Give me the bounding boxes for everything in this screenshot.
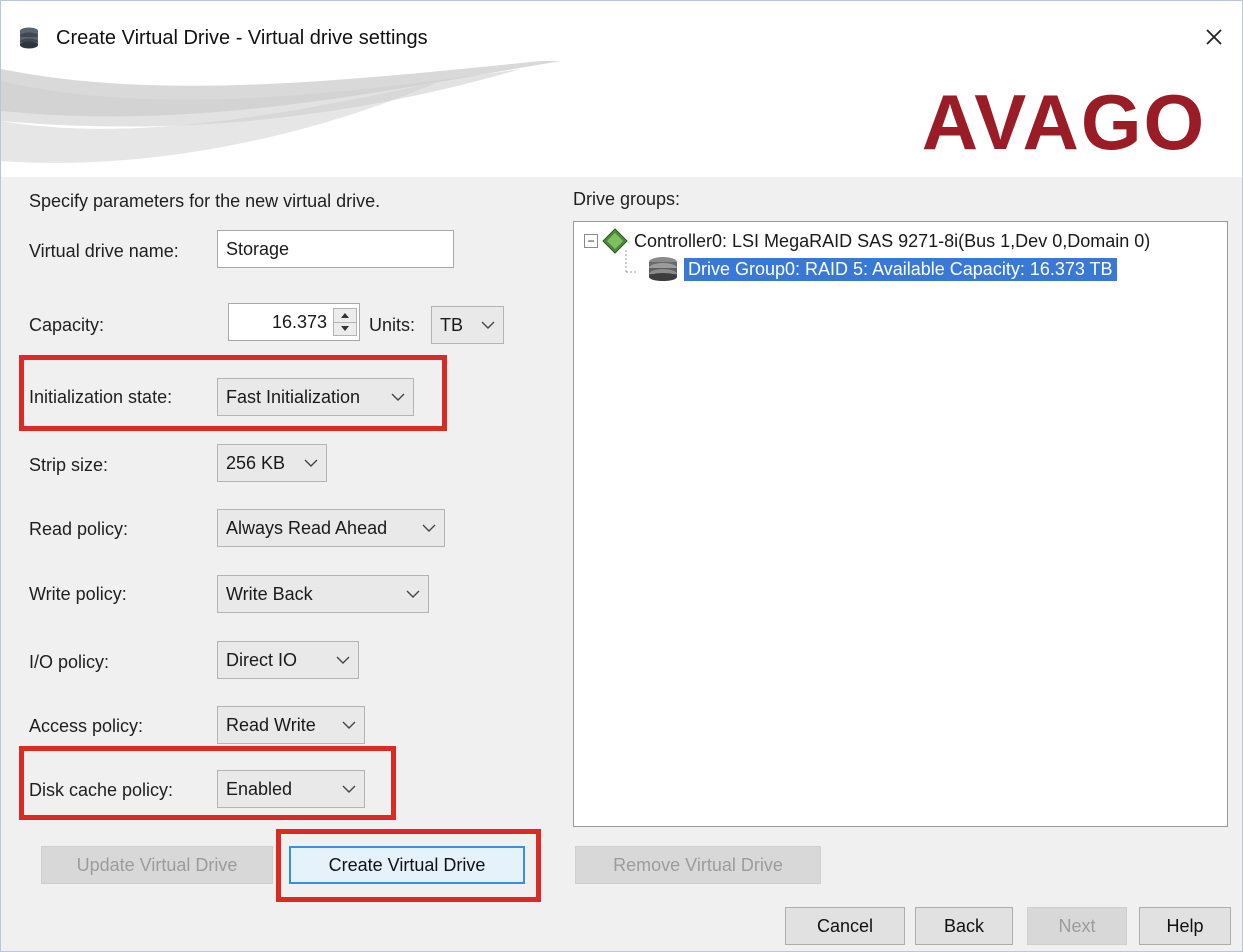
next-button[interactable]: Next: [1027, 907, 1127, 945]
access-policy-select[interactable]: Read Write: [217, 706, 365, 744]
units-select[interactable]: TB: [431, 306, 504, 344]
tree-item-controller[interactable]: − Controller0: LSI MegaRAID SAS 9271-8i(…: [584, 228, 1150, 254]
read-policy-select[interactable]: Always Read Ahead: [217, 509, 445, 547]
drive-group-label: Drive Group0: RAID 5: Available Capacity…: [684, 257, 1117, 281]
init-state-label: Initialization state:: [29, 387, 173, 407]
disk-cache-value: Enabled: [226, 778, 293, 799]
spin-down-icon[interactable]: [334, 321, 356, 336]
svg-text:AVAGO: AVAGO: [922, 78, 1206, 165]
init-state-select[interactable]: Fast Initialization: [217, 378, 414, 416]
capacity-stepper[interactable]: [333, 308, 357, 336]
io-policy-value: Direct IO: [226, 649, 298, 670]
chevron-down-icon: [342, 785, 356, 793]
chevron-down-icon: [391, 393, 405, 401]
remove-virtual-drive-button[interactable]: Remove Virtual Drive: [575, 846, 821, 884]
title-bar: Create Virtual Drive - Virtual drive set…: [1, 1, 1242, 61]
disk-cache-label: Disk cache policy:: [29, 780, 174, 800]
chevron-down-icon: [304, 459, 318, 467]
read-policy-value: Always Read Ahead: [226, 517, 388, 538]
io-policy-label: I/O policy:: [29, 652, 110, 672]
capacity-label: Capacity:: [29, 315, 105, 335]
database-icon: [20, 27, 38, 49]
vd-name-input[interactable]: Storage: [217, 230, 454, 268]
chevron-down-icon: [406, 590, 420, 598]
tree-connector: [625, 250, 636, 273]
chevron-down-icon: [422, 524, 436, 532]
drive-stack-icon: [649, 257, 677, 281]
strip-size-select[interactable]: 256 KB: [217, 444, 327, 482]
io-policy-select[interactable]: Direct IO: [217, 641, 359, 679]
write-policy-label: Write policy:: [29, 584, 127, 604]
drive-groups-title: Drive groups:: [573, 189, 681, 209]
controller-label: Controller0: LSI MegaRAID SAS 9271-8i(Bu…: [634, 230, 1151, 251]
units-value: TB: [440, 314, 464, 335]
avago-logo: AVAGO: [922, 78, 1206, 165]
close-icon: [1206, 29, 1222, 45]
back-button[interactable]: Back: [915, 907, 1013, 945]
capacity-value: 16.373: [271, 311, 327, 332]
vd-name-label: Virtual drive name:: [29, 241, 179, 261]
units-label: Units:: [369, 315, 416, 335]
close-button[interactable]: [1190, 15, 1238, 59]
vd-name-value: Storage: [226, 238, 290, 259]
spin-up-icon[interactable]: [334, 309, 356, 322]
capacity-spinner[interactable]: 16.373: [228, 303, 360, 341]
tree-item-drive-group[interactable]: Drive Group0: RAID 5: Available Capacity…: [646, 256, 1117, 282]
diamond-controller-icon: [602, 228, 628, 254]
access-policy-label: Access policy:: [29, 716, 144, 736]
header-banner: AVAGO: [1, 61, 1242, 177]
dialog-window: Create Virtual Drive - Virtual drive set…: [0, 0, 1243, 952]
disk-cache-select[interactable]: Enabled: [217, 770, 365, 808]
collapse-icon[interactable]: −: [584, 234, 598, 248]
init-state-value: Fast Initialization: [226, 386, 361, 407]
chevron-down-icon: [342, 721, 356, 729]
access-policy-value: Read Write: [226, 714, 316, 735]
strip-size-label: Strip size:: [29, 455, 109, 475]
intro-text: Specify parameters for the new virtual d…: [29, 191, 381, 211]
write-policy-select[interactable]: Write Back: [217, 575, 429, 613]
write-policy-value: Write Back: [226, 583, 313, 604]
help-button[interactable]: Help: [1139, 907, 1231, 945]
strip-size-value: 256 KB: [226, 452, 286, 473]
read-policy-label: Read policy:: [29, 519, 129, 539]
banner-swoosh: [1, 61, 561, 163]
chevron-down-icon: [481, 321, 495, 329]
window-title: Create Virtual Drive - Virtual drive set…: [56, 27, 428, 49]
update-virtual-drive-button[interactable]: Update Virtual Drive: [41, 846, 273, 884]
drive-groups-tree[interactable]: − Controller0: LSI MegaRAID SAS 9271-8i(…: [573, 221, 1228, 827]
cancel-button[interactable]: Cancel: [785, 907, 905, 945]
chevron-down-icon: [336, 656, 350, 664]
create-virtual-drive-button[interactable]: Create Virtual Drive: [289, 846, 525, 884]
